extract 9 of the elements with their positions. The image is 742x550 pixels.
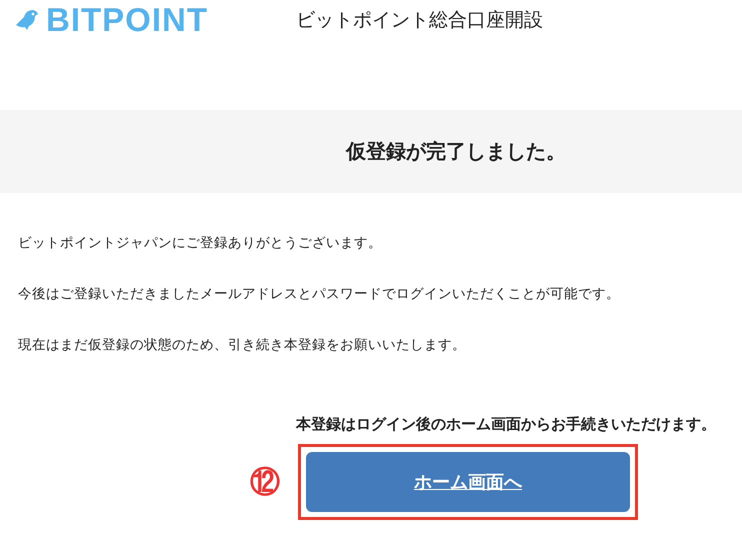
logo-text: BITPOINT (46, 1, 208, 39)
note-text: 本登録はログイン後のホーム画面からお手続きいただけます。 (296, 415, 716, 434)
paragraph: 現在はまだ仮登録の状態のため、引き続き本登録をお願いいたします。 (18, 336, 467, 355)
annotation-number: ⑫ (250, 464, 280, 502)
paragraph: 今後はご登録いただきましたメールアドレスとパスワードでログインいただくことが可能です。 (18, 285, 621, 304)
page-title: ビットポイント総合口座開設 (296, 8, 543, 33)
home-button[interactable]: ホーム画面へ (306, 452, 630, 512)
heading: 仮登録が完了しました。 (346, 138, 566, 165)
paragraph: ビットポイントジャパンにご登録ありがとうございます。 (18, 234, 383, 253)
